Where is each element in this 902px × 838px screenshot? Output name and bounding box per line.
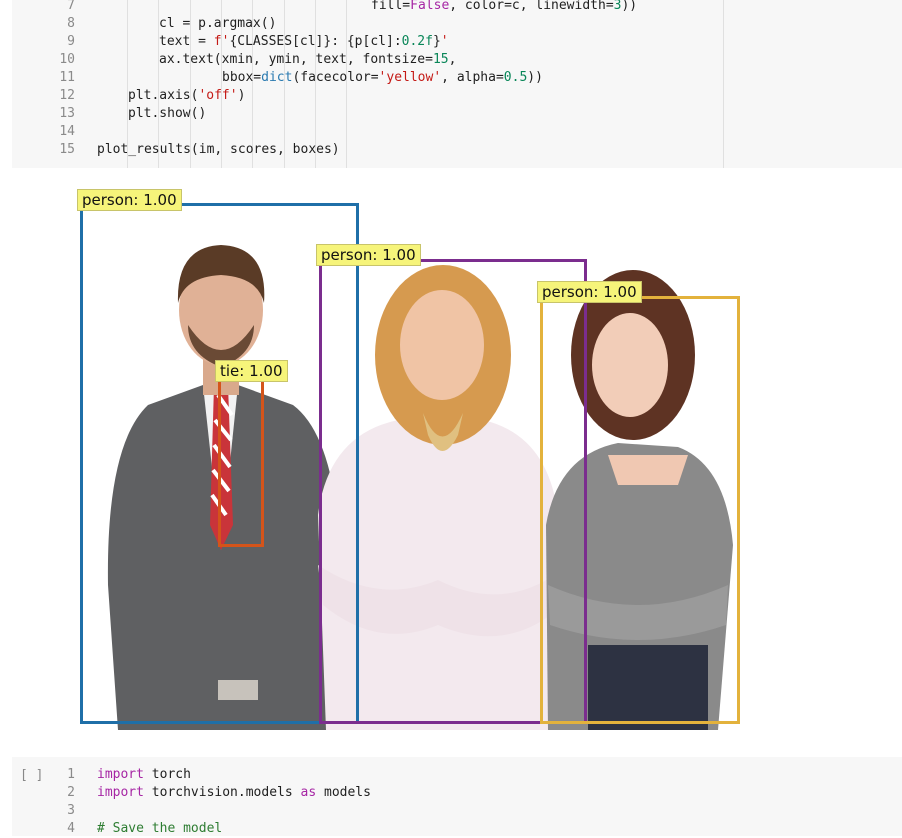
code-line[interactable]: 14 [12, 123, 97, 141]
code-text: text = f'{CLASSES[cl]}: {p[cl]:0.2f}' [159, 34, 449, 49]
code-line[interactable]: 8 cl = p.argmax() [12, 15, 276, 33]
code-line[interactable]: 11 bbox=dict(facecolor='yellow', alpha=0.… [12, 69, 543, 87]
line-number: 13 [59, 106, 75, 121]
code-line[interactable]: 4 # Save the model [12, 820, 222, 838]
line-number: 10 [59, 52, 75, 67]
line-number: 15 [59, 142, 75, 157]
code-text: import torchvision.models as models [97, 785, 371, 800]
code-line[interactable]: 10 ax.text(xmin, ymin, text, fontsize=15, [12, 51, 456, 69]
code-line[interactable]: 9 text = f'{CLASSES[cl]}: {p[cl]:0.2f}' [12, 33, 449, 51]
code-text: # Save the model [97, 821, 223, 836]
line-number: 7 [67, 0, 75, 13]
code-line[interactable]: 13 plt.show() [12, 105, 206, 123]
line-number: 4 [67, 821, 75, 836]
code-text: plt.show() [128, 106, 207, 121]
output-image: person: 1.00 person: 1.00 person: 1.00 tie:… [77, 185, 778, 730]
detection-box [540, 296, 740, 724]
detection-label: person: 1.00 [77, 189, 182, 211]
detection-label: person: 1.00 [537, 281, 642, 303]
code-text: ax.text(xmin, ymin, text, fontsize=15, [159, 52, 457, 67]
detection-label: person: 1.00 [316, 244, 421, 266]
code-cell-save[interactable]: [ ] 1 import torch 2 import torchvision.mod… [12, 757, 902, 836]
code-text: plt.axis('off') [128, 88, 246, 103]
code-text: cl = p.argmax() [159, 16, 277, 31]
editor-ruler [723, 0, 724, 168]
code-text: import torch [97, 767, 191, 782]
code-line[interactable]: 2 import torchvision.models as models [12, 784, 371, 802]
code-line[interactable]: 15 plot_results(im, scores, boxes) [12, 141, 340, 159]
detection-box [218, 375, 264, 547]
line-number: 2 [67, 785, 75, 800]
code-text: plot_results(im, scores, boxes) [97, 142, 340, 157]
code-line[interactable]: 12 plt.axis('off') [12, 87, 245, 105]
line-number: 8 [67, 16, 75, 31]
line-number: 9 [67, 34, 75, 49]
code-text: fill=False, color=c, linewidth=3)) [371, 0, 638, 13]
code-cell-plot[interactable]: 7 fill=False, color=c, linewidth=3)) 8 cl =… [12, 0, 902, 168]
code-line[interactable]: 1 import torch [12, 766, 191, 784]
line-number: 1 [67, 767, 75, 782]
code-line[interactable]: 3 [12, 802, 97, 820]
detection-label: tie: 1.00 [215, 360, 288, 382]
line-number: 14 [59, 124, 75, 139]
line-number: 3 [67, 803, 75, 818]
code-line[interactable]: 7 fill=False, color=c, linewidth=3)) [12, 0, 637, 15]
line-number: 12 [59, 88, 75, 103]
line-number: 11 [59, 70, 75, 85]
code-text: bbox=dict(facecolor='yellow', alpha=0.5)… [222, 70, 543, 85]
